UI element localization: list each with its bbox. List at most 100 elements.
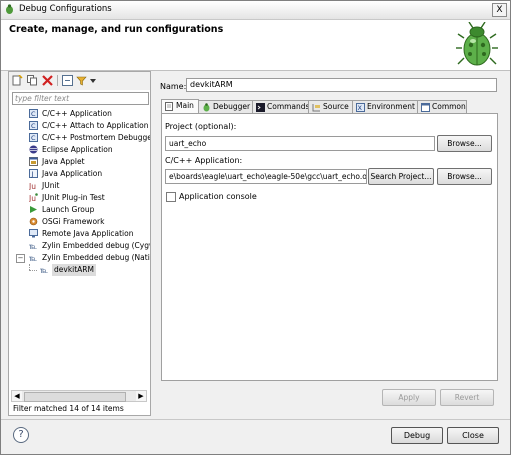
tree-connector [29, 270, 37, 272]
java-applet-icon [29, 157, 38, 166]
svg-text:℡: ℡ [29, 242, 37, 250]
svg-text:℡: ℡ [29, 254, 37, 262]
tab-commands[interactable]: Commands [252, 100, 309, 113]
tab-common[interactable]: Common [417, 100, 467, 113]
delete-icon[interactable] [42, 75, 53, 86]
project-field[interactable]: uart_echo [165, 136, 435, 151]
tab-label: Source [323, 102, 349, 111]
tree-item-label: JUnit [42, 181, 60, 190]
close-button[interactable]: Close [447, 427, 499, 444]
tree-item-label: Zylin Embedded debug (Native [42, 253, 150, 262]
debugger-tab-icon [203, 103, 210, 112]
source-tab-icon [312, 104, 320, 112]
configuration-list-pane: type filter text − C C/C++ Application C… [8, 71, 151, 416]
toolbar-separator [57, 75, 58, 86]
svg-text:J: J [31, 170, 34, 178]
title-bar: Debug Configurations X [1, 1, 510, 20]
remote-java-icon [29, 229, 38, 238]
zylin-icon: ℡ [40, 266, 48, 274]
configuration-editor: Name: devkitARM Main Debugger Commands S… [156, 71, 501, 414]
commands-tab-icon [256, 103, 265, 112]
svg-text:C: C [31, 110, 36, 118]
tab-label: Environment [367, 102, 415, 111]
svg-text:Ju: Ju [29, 194, 36, 202]
configuration-tree: − C C/C++ Application C C/C++ Attach to … [9, 108, 150, 386]
name-field[interactable]: devkitARM [186, 78, 497, 92]
tree-expander[interactable]: − [16, 254, 25, 263]
banner-title: Create, manage, and run configurations [9, 24, 224, 35]
application-console-checkbox[interactable] [166, 192, 176, 202]
svg-text:X: X [358, 104, 363, 112]
tab-environment[interactable]: X Environment [352, 100, 418, 113]
debug-button[interactable]: Debug [391, 427, 443, 444]
tree-item-label: OSGi Framework [42, 217, 105, 226]
filter-icon[interactable] [76, 75, 87, 86]
application-console-label: Application console [179, 192, 257, 201]
window-title: Debug Configurations [19, 4, 112, 14]
horizontal-scrollbar[interactable]: ◀ ▶ [11, 390, 147, 402]
junit-plugin-icon: Ju [29, 193, 38, 202]
footer-separator [1, 419, 510, 420]
duplicate-icon[interactable] [27, 75, 38, 86]
main-tab-panel: Project (optional): uart_echo Browse... … [161, 113, 498, 381]
browse-project-button[interactable]: Browse... [437, 135, 492, 152]
c-config-icon: C [29, 133, 38, 142]
svg-text:Ju: Ju [29, 182, 36, 190]
tree-item-label: devkitARM [52, 264, 96, 276]
tree-item-label: Eclipse Application [42, 145, 113, 154]
tree-item-label: C/C++ Application [42, 109, 112, 118]
launch-group-icon [30, 206, 37, 213]
bug-icon [456, 22, 498, 66]
tree-item-label: Launch Group [42, 205, 95, 214]
name-label: Name: [160, 82, 187, 91]
environment-tab-icon: X [356, 103, 365, 112]
svg-text:C: C [31, 122, 36, 130]
scroll-right-arrow-icon[interactable]: ▶ [136, 391, 146, 401]
revert-button[interactable]: Revert [440, 389, 494, 406]
tab-debugger[interactable]: Debugger [198, 100, 253, 113]
debug-bug-icon [6, 4, 13, 14]
project-label: Project (optional): [165, 122, 237, 131]
tab-main[interactable]: Main [161, 99, 199, 113]
eclipse-icon [29, 145, 38, 154]
tab-label: Main [176, 101, 194, 110]
common-tab-icon [421, 103, 430, 112]
close-window-button[interactable]: X [492, 3, 507, 17]
application-field[interactable]: e\boards\eagle\uart_echo\eagle-50e\gcc\u… [165, 169, 367, 184]
java-app-icon: J [29, 169, 38, 178]
debug-configurations-dialog: Debug Configurations X Create, manage, a… [0, 0, 511, 455]
svg-text:C: C [31, 134, 36, 142]
application-label: C/C++ Application: [165, 156, 243, 165]
svg-text:℡: ℡ [40, 266, 48, 274]
tree-item-label: Java Applet [42, 157, 85, 166]
tree-item-label: C/C++ Attach to Application [42, 121, 149, 130]
tab-label: Debugger [213, 102, 251, 111]
c-config-icon: C [29, 121, 38, 130]
dialog-banner: Create, manage, and run configurations [1, 20, 510, 71]
apply-button[interactable]: Apply [382, 389, 436, 406]
tab-label: Commands [267, 102, 310, 111]
help-icon[interactable]: ? [13, 427, 29, 443]
left-toolbar [9, 72, 150, 90]
tree-item-label: Remote Java Application [42, 229, 134, 238]
tree-item-label: Zylin Embedded debug (Cygwin [42, 241, 150, 250]
tree-item-label: C/C++ Postmortem Debugger [42, 133, 150, 142]
tab-bar: Main Debugger Commands Source X Environm… [161, 99, 496, 113]
junit-icon: Ju [29, 182, 36, 190]
zylin-icon: ℡ [29, 242, 37, 250]
collapse-all-icon[interactable] [62, 75, 73, 86]
new-config-icon[interactable] [12, 75, 23, 86]
search-project-button[interactable]: Search Project... [368, 168, 434, 185]
browse-application-button[interactable]: Browse... [437, 168, 492, 185]
filter-status: Filter matched 14 of 14 items [13, 404, 124, 413]
tab-source[interactable]: Source [308, 100, 353, 113]
filter-input[interactable]: type filter text [12, 92, 149, 105]
tree-item-label: Java Application [42, 169, 103, 178]
scroll-thumb[interactable] [24, 392, 126, 402]
zylin-icon: ℡ [29, 254, 37, 262]
scroll-left-arrow-icon[interactable]: ◀ [12, 391, 22, 401]
main-tab-icon [165, 102, 173, 111]
c-config-icon: C [29, 109, 38, 118]
tree-item-label: JUnit Plug-in Test [42, 193, 105, 202]
dropdown-icon[interactable] [89, 75, 97, 86]
